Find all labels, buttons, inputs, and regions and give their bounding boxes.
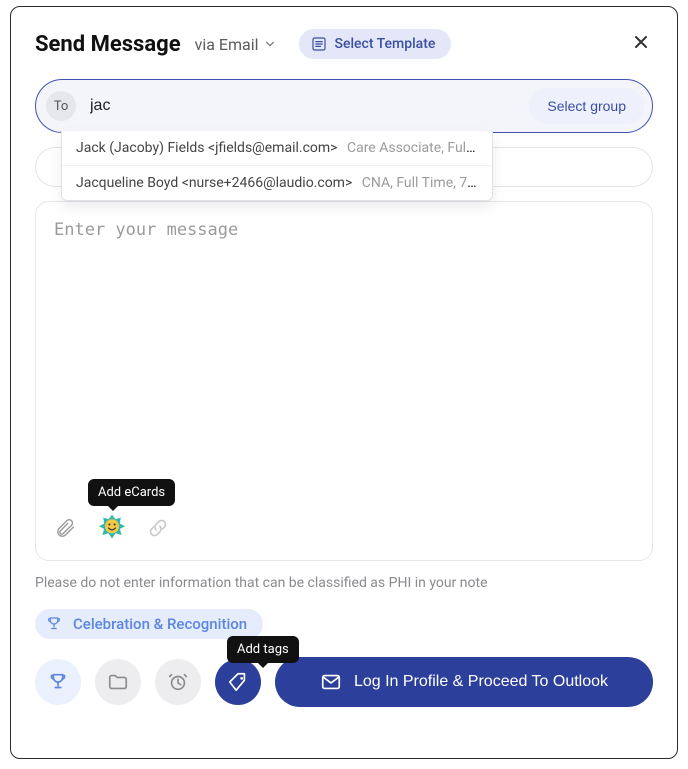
via-channel-dropdown[interactable]: via Email <box>195 35 275 54</box>
caret-down-icon <box>265 39 275 49</box>
close-button[interactable] <box>629 29 653 59</box>
envelope-icon <box>320 671 342 693</box>
add-ecards-button[interactable] <box>98 514 126 542</box>
trophy-button[interactable] <box>35 659 81 705</box>
modal-header: Send Message via Email Select Template <box>35 29 653 59</box>
attach-button[interactable] <box>54 516 78 540</box>
message-input[interactable] <box>54 220 634 506</box>
alarm-clock-icon <box>167 671 189 693</box>
recipient-section: To Select group Jack (Jacoby) Fields <jf… <box>35 79 653 187</box>
message-toolbar: Add eCards <box>54 506 634 542</box>
phi-notice: Please do not enter information that can… <box>35 575 653 591</box>
autocomplete-dropdown: Jack (Jacoby) Fields <jfields@email.com>… <box>61 131 493 201</box>
tag-pill-row: Celebration & Recognition <box>35 609 653 639</box>
trophy-icon <box>47 671 69 693</box>
close-icon <box>633 34 649 50</box>
template-list-icon <box>311 36 327 52</box>
proceed-button-label: Log In Profile & Proceed To Outlook <box>354 673 608 691</box>
add-ecards-tooltip: Add eCards <box>88 479 175 506</box>
celebration-tag-pill[interactable]: Celebration & Recognition <box>35 609 263 639</box>
autocomplete-meta: CNA, Full Time, 7 East <box>362 175 492 191</box>
autocomplete-name: Jack (Jacoby) Fields <jfields@email.com> <box>76 140 337 156</box>
tag-pill-label: Celebration & Recognition <box>73 615 247 633</box>
autocomplete-name: Jacqueline Boyd <nurse+2466@laudio.com> <box>76 175 352 191</box>
recipient-row: To Select group <box>35 79 653 133</box>
link-icon <box>147 517 169 539</box>
proceed-to-outlook-button[interactable]: Log In Profile & Proceed To Outlook <box>275 657 653 707</box>
folder-button[interactable] <box>95 659 141 705</box>
autocomplete-meta: Care Associate, Full Time, 7 HV ( <box>347 140 492 156</box>
message-card: Add eCards <box>35 201 653 561</box>
to-chip: To <box>46 91 76 121</box>
select-group-button[interactable]: Select group <box>529 88 644 124</box>
trophy-icon <box>45 615 63 633</box>
via-channel-label: via Email <box>195 35 259 54</box>
folder-icon <box>107 671 129 693</box>
add-tags-button[interactable] <box>215 659 261 705</box>
paperclip-icon <box>55 517 77 539</box>
reminder-button[interactable] <box>155 659 201 705</box>
autocomplete-item[interactable]: Jack (Jacoby) Fields <jfields@email.com>… <box>62 131 492 165</box>
add-tags-tooltip: Add tags <box>227 636 299 663</box>
tag-icon <box>227 671 249 693</box>
recipient-input[interactable] <box>88 93 517 119</box>
send-message-modal: Send Message via Email Select Template T… <box>10 6 678 759</box>
insert-link-button[interactable] <box>146 516 170 540</box>
select-template-button[interactable]: Select Template <box>299 29 452 59</box>
select-template-label: Select Template <box>335 36 436 52</box>
autocomplete-item[interactable]: Jacqueline Boyd <nurse+2466@laudio.com> … <box>62 165 492 200</box>
action-row: Add tags <box>35 657 653 707</box>
smiley-sun-icon <box>98 514 126 542</box>
modal-title: Send Message <box>35 32 181 57</box>
